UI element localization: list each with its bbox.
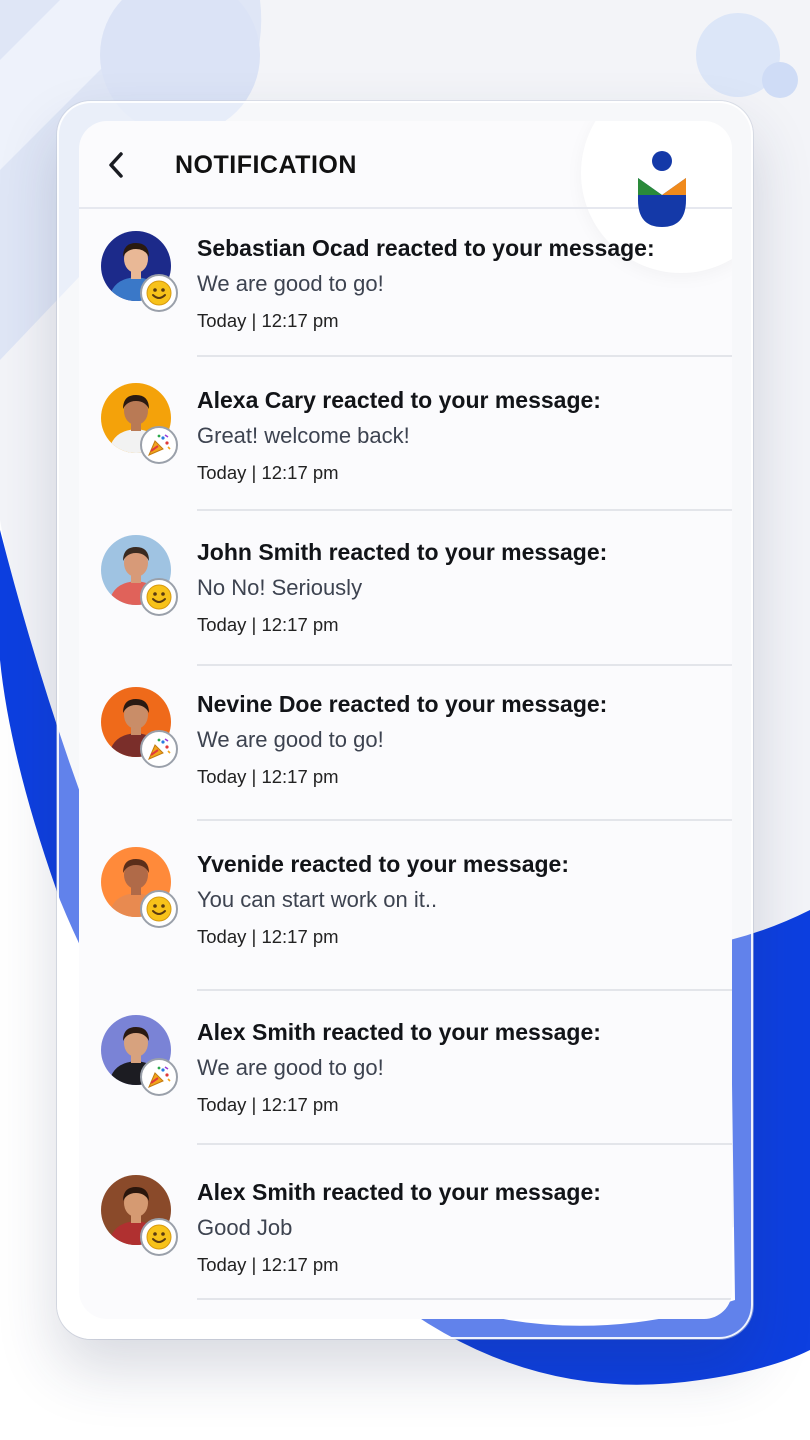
notification-title: Alex Smith reacted to your message: <box>197 1019 601 1045</box>
divider <box>197 819 732 821</box>
notification-message: Good Job <box>197 1215 293 1240</box>
notification-time: Today | 12:17 pm <box>197 766 339 787</box>
notification-message: No No! Seriously <box>197 575 363 600</box>
notification-message: You can start work on it.. <box>197 887 438 912</box>
party-popper-icon <box>148 434 171 456</box>
notification-time: Today | 12:17 pm <box>197 1254 339 1275</box>
reaction-badge <box>140 1058 178 1096</box>
notification-message: We are good to go! <box>197 727 384 752</box>
divider <box>197 1298 732 1300</box>
notification-message: We are good to go! <box>197 271 384 296</box>
notification-screen: NOTIFICATION Sebastian Ocad reacted to y… <box>79 121 732 1319</box>
reaction-badge <box>140 274 178 312</box>
party-popper-icon <box>148 738 171 760</box>
divider <box>197 1143 732 1145</box>
notification-time: Today | 12:17 pm <box>197 462 339 483</box>
reaction-badge <box>140 578 178 616</box>
reaction-badge <box>140 426 178 464</box>
smiley-emoji-icon <box>146 280 172 306</box>
reaction-badge <box>140 1218 178 1256</box>
smiley-emoji-icon <box>146 1224 172 1250</box>
notification-message: We are good to go! <box>197 1055 384 1080</box>
reaction-badge <box>140 890 178 928</box>
notification-title: John Smith reacted to your message: <box>197 539 608 565</box>
notification-time: Today | 12:17 pm <box>197 614 339 635</box>
reaction-badge <box>140 730 178 768</box>
brand-logo-icon <box>638 151 686 227</box>
divider <box>197 664 732 666</box>
notification-title: Nevine Doe reacted to your message: <box>197 691 608 717</box>
divider <box>197 509 732 511</box>
party-popper-icon <box>148 1066 171 1088</box>
divider <box>197 355 732 357</box>
notification-title: Yvenide reacted to your message: <box>197 851 569 877</box>
back-button[interactable] <box>101 149 133 181</box>
notification-time: Today | 12:17 pm <box>197 310 339 331</box>
chevron-left-icon <box>109 152 123 178</box>
page-title: NOTIFICATION <box>175 151 357 179</box>
divider <box>197 989 732 991</box>
notification-time: Today | 12:17 pm <box>197 926 339 947</box>
smiley-emoji-icon <box>146 584 172 610</box>
notification-time: Today | 12:17 pm <box>197 1094 339 1115</box>
notification-message: Great! welcome back! <box>197 423 410 448</box>
notification-title: Sebastian Ocad reacted to your message: <box>197 235 655 261</box>
notification-title: Alexa Cary reacted to your message: <box>197 387 601 413</box>
smiley-emoji-icon <box>146 896 172 922</box>
notification-title: Alex Smith reacted to your message: <box>197 1179 601 1205</box>
